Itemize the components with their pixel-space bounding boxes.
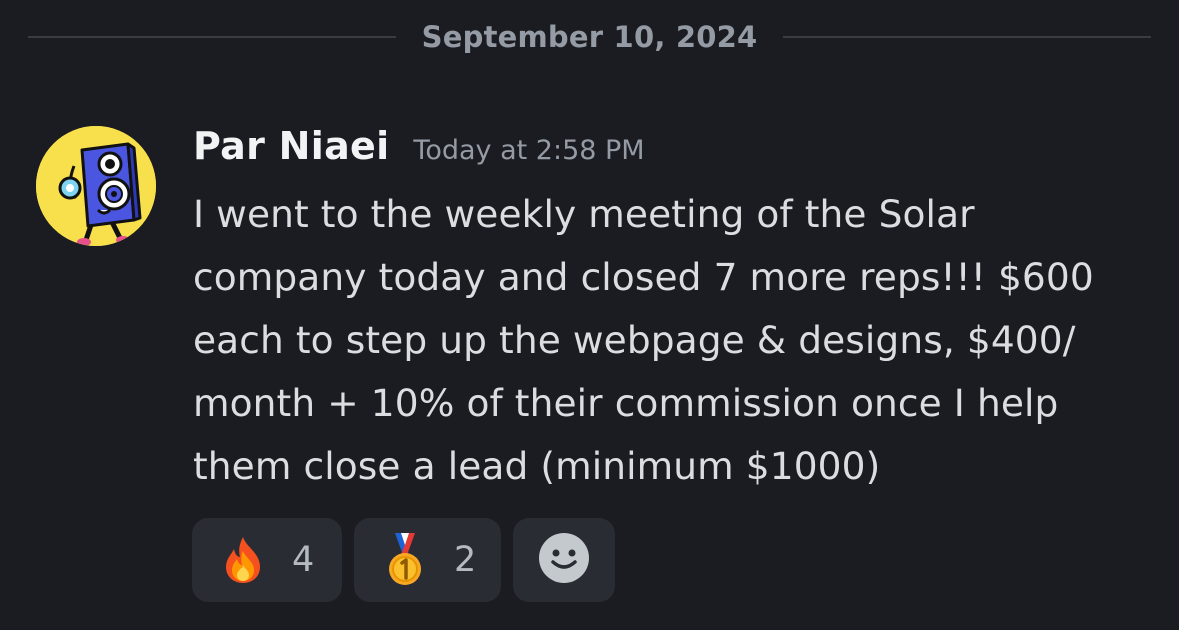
- message-timestamp: Today at 2:58 PM: [413, 135, 645, 166]
- avatar[interactable]: [36, 126, 156, 246]
- message-header: Par Niaei Today at 2:58 PM: [193, 124, 645, 176]
- speaker-character-icon: [36, 126, 156, 246]
- reaction-count: 2: [454, 540, 477, 580]
- message-content: I went to the weekly meeting of the Sola…: [193, 183, 1158, 498]
- reaction-bar: 4 2: [192, 518, 615, 602]
- date-divider: September 10, 2024: [28, 15, 1152, 59]
- message-line: each to step up the webpage & designs, $…: [193, 318, 1076, 362]
- first-place-medal-icon: [380, 533, 430, 585]
- reaction-fire-button[interactable]: 4: [192, 518, 342, 602]
- smiley-icon: [538, 532, 590, 588]
- message-line: I went to the weekly meeting of the Sola…: [193, 192, 975, 236]
- reaction-medal-button[interactable]: 2: [354, 518, 501, 602]
- add-reaction-button[interactable]: [513, 518, 615, 602]
- divider-line-right: [783, 36, 1152, 38]
- reaction-count: 4: [292, 540, 315, 580]
- message-line: company today and closed 7 more reps!!! …: [193, 255, 1094, 299]
- message-line: them close a lead (minimum $1000): [193, 444, 881, 488]
- username[interactable]: Par Niaei: [193, 124, 389, 168]
- fire-icon: [218, 535, 268, 585]
- message-line: month + 10% of their commission once I h…: [193, 381, 1059, 425]
- divider-line-left: [28, 36, 396, 38]
- date-divider-label: September 10, 2024: [421, 20, 758, 54]
